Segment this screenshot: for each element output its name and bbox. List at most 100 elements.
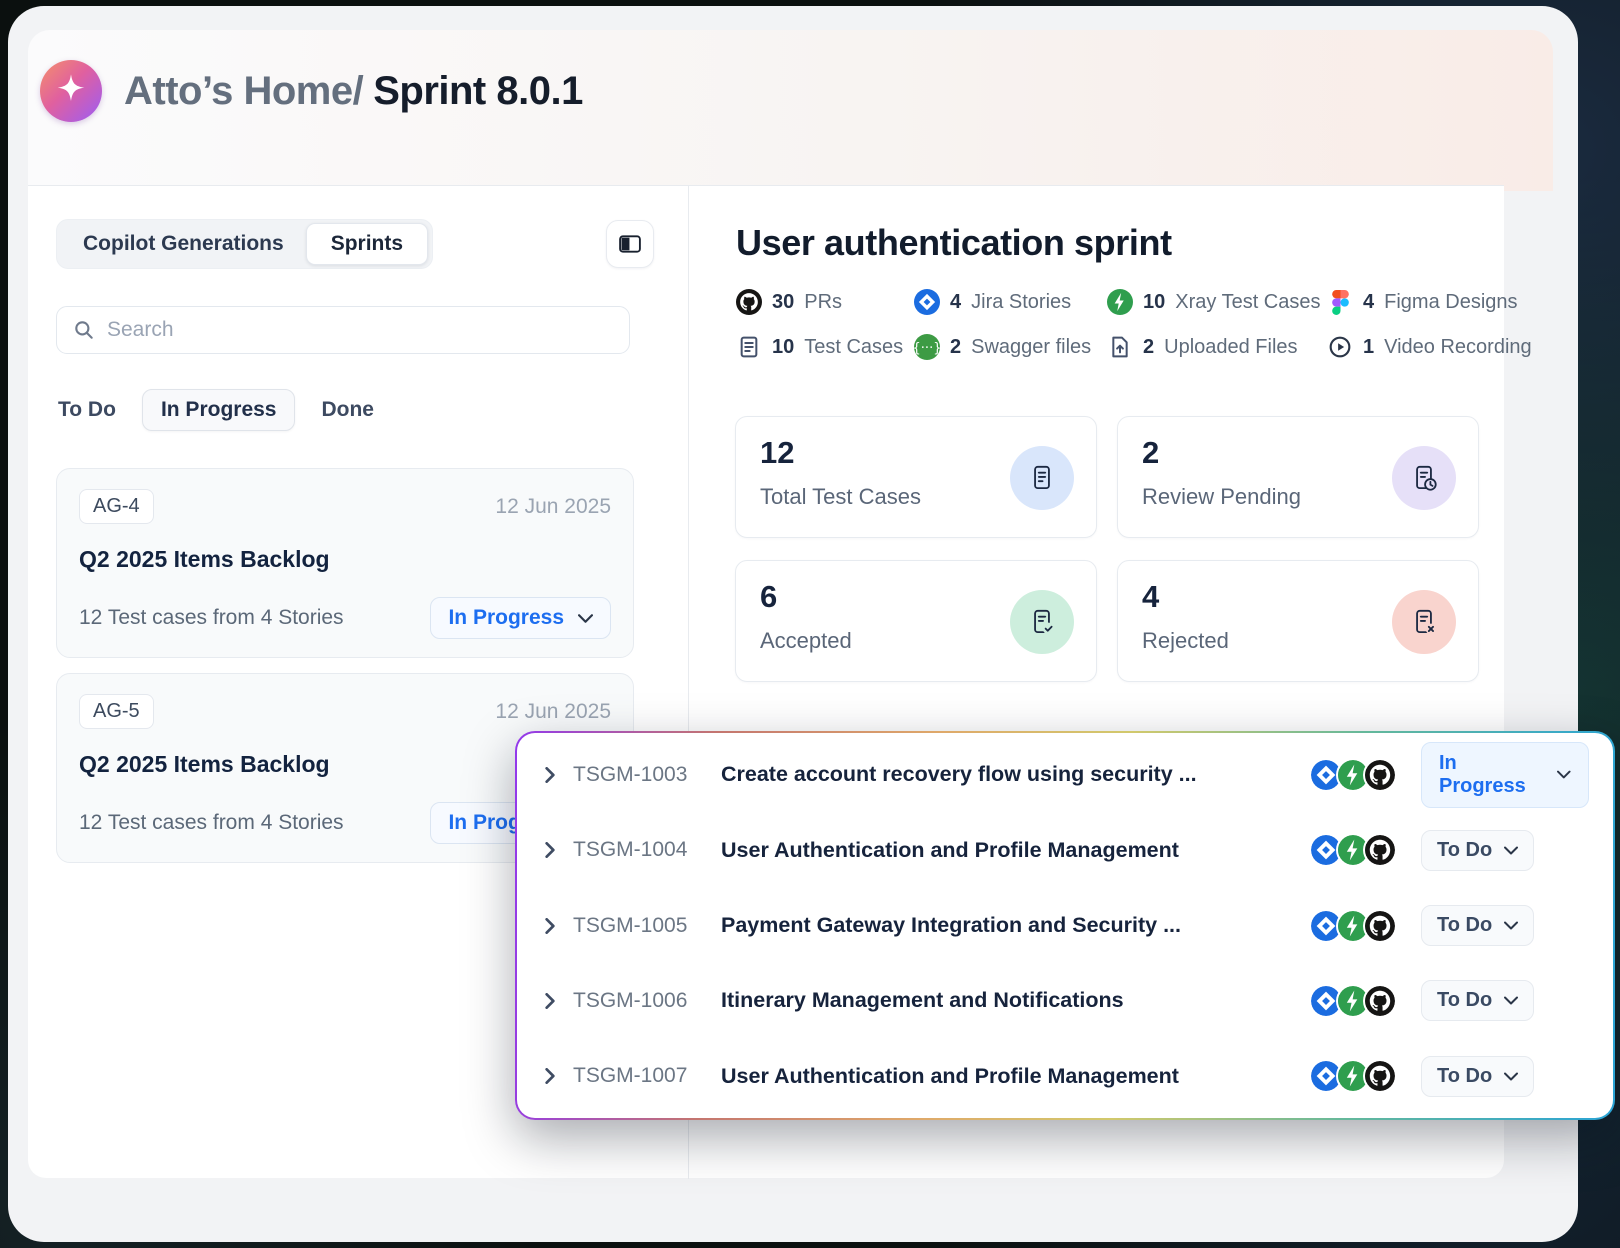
status-dropdown[interactable]: To Do — [1421, 830, 1534, 871]
swagger-icon: {···} — [914, 334, 940, 360]
filter-in-progress[interactable]: In Progress — [142, 389, 296, 431]
figma-icon — [1327, 289, 1353, 315]
integration-icons — [1311, 911, 1395, 941]
jira-icon — [1311, 835, 1341, 865]
app-logo-icon — [40, 60, 102, 122]
chevron-down-icon — [1504, 846, 1518, 855]
xray-icon — [1338, 835, 1368, 865]
stat-jira-stories: 4 Jira Stories — [914, 289, 1107, 315]
status-value: To Do — [1437, 839, 1492, 862]
status-dropdown[interactable]: To Do — [1421, 980, 1534, 1021]
expand-chevron-icon[interactable] — [537, 842, 563, 858]
stat-count: 10 — [772, 336, 794, 359]
test-case-row[interactable]: TSGM-1007 User Authentication and Profil… — [517, 1039, 1613, 1114]
breadcrumb-sprint: Sprint 8.0.1 — [373, 69, 583, 113]
github-icon — [1365, 760, 1395, 790]
xray-icon — [1107, 289, 1133, 315]
stat-label: Uploaded Files — [1164, 336, 1297, 359]
search-input[interactable] — [107, 318, 613, 342]
stat-label: Test Cases — [804, 336, 903, 359]
stat-count: 30 — [772, 291, 794, 314]
sprint-card-id-badge: AG-4 — [79, 489, 154, 524]
tab-sprints[interactable]: Sprints — [306, 223, 428, 265]
expand-chevron-icon[interactable] — [537, 918, 563, 934]
breadcrumb-home[interactable]: Atto’s Home/ — [124, 69, 363, 113]
test-case-row[interactable]: TSGM-1005 Payment Gateway Integration an… — [517, 888, 1613, 963]
chevron-down-icon — [1504, 996, 1518, 1005]
status-dropdown[interactable]: To Do — [1421, 1056, 1534, 1097]
test-case-row[interactable]: TSGM-1004 User Authentication and Profil… — [517, 812, 1613, 887]
test-case-id: TSGM-1005 — [573, 914, 721, 938]
stat-count: 4 — [1363, 291, 1374, 314]
upload-icon — [1107, 334, 1133, 360]
status-value: In Progress — [448, 606, 564, 630]
test-case-row[interactable]: TSGM-1006 Itinerary Management and Notif… — [517, 963, 1613, 1038]
sprint-card-title: Q2 2025 Items Backlog — [79, 546, 611, 573]
card-review-pending: 2 Review Pending — [1117, 416, 1479, 538]
stat-count: 2 — [950, 336, 961, 359]
chevron-down-icon — [1504, 1072, 1518, 1081]
stat-label: Video Recording — [1384, 336, 1532, 359]
stat-count: 4 — [950, 291, 961, 314]
integration-icons — [1311, 1061, 1395, 1091]
xray-icon — [1338, 760, 1368, 790]
github-icon — [736, 289, 762, 315]
stat-figma-designs: 4 Figma Designs — [1327, 289, 1532, 315]
sprint-card[interactable]: AG-4 12 Jun 2025 Q2 2025 Items Backlog 1… — [56, 468, 634, 658]
github-icon — [1365, 986, 1395, 1016]
filter-done[interactable]: Done — [321, 398, 374, 422]
stat-prs: 30 PRs — [736, 289, 914, 315]
stat-count: 2 — [1143, 336, 1154, 359]
card-total-test-cases: 12 Total Test Cases — [735, 416, 1097, 538]
stat-label: Swagger files — [971, 336, 1091, 359]
test-case-id: TSGM-1003 — [573, 763, 721, 787]
test-case-id: TSGM-1004 — [573, 838, 721, 862]
split-panel-icon — [619, 235, 641, 253]
github-icon — [1365, 1061, 1395, 1091]
test-case-row[interactable]: TSGM-1003 Create account recovery flow u… — [517, 737, 1613, 812]
test-case-id: TSGM-1006 — [573, 989, 721, 1013]
search-icon — [73, 319, 95, 341]
stat-count: 1 — [1363, 336, 1374, 359]
jira-icon — [1311, 1061, 1341, 1091]
sprint-card-subtitle: 12 Test cases from 4 Stories — [79, 606, 344, 630]
status-dropdown[interactable]: In Progress — [1421, 742, 1589, 808]
status-dropdown[interactable]: To Do — [1421, 905, 1534, 946]
tab-copilot-generations[interactable]: Copilot Generations — [61, 232, 306, 256]
stat-label: Xray Test Cases — [1175, 291, 1320, 314]
sprint-stats: 30 PRs 4 Jira Stories 10 Xray Test Cases — [736, 289, 1532, 360]
expand-chevron-icon[interactable] — [537, 1068, 563, 1084]
page-title: Atto’s Home/Sprint 8.0.1 — [124, 69, 583, 114]
filter-todo[interactable]: To Do — [58, 398, 116, 422]
test-doc-icon — [736, 334, 762, 360]
svg-text:{···}: {···} — [914, 341, 940, 356]
stat-swagger-files: {···} 2 Swagger files — [914, 334, 1107, 360]
integration-icons — [1311, 760, 1395, 790]
integration-icons — [1311, 986, 1395, 1016]
view-switcher: Copilot Generations Sprints — [56, 219, 433, 269]
document-check-icon — [1010, 590, 1074, 654]
jira-icon — [1311, 986, 1341, 1016]
jira-icon — [1311, 911, 1341, 941]
test-case-title: User Authentication and Profile Manageme… — [721, 838, 1311, 863]
sprint-card-status-dropdown[interactable]: In Progress — [430, 597, 611, 639]
collapse-panel-button[interactable] — [606, 220, 654, 268]
chevron-down-icon — [1504, 921, 1518, 930]
jira-icon — [1311, 760, 1341, 790]
stat-label: Jira Stories — [971, 291, 1071, 314]
chevron-down-icon — [578, 614, 593, 623]
document-clock-icon — [1392, 446, 1456, 510]
document-x-icon — [1392, 590, 1456, 654]
test-case-title: Create account recovery flow using secur… — [721, 762, 1311, 787]
expand-chevron-icon[interactable] — [537, 993, 563, 1009]
xray-icon — [1338, 1061, 1368, 1091]
sprint-card-date: 12 Jun 2025 — [495, 495, 611, 519]
status-value: To Do — [1437, 989, 1492, 1012]
document-icon — [1010, 446, 1074, 510]
xray-icon — [1338, 986, 1368, 1016]
status-value: In Progress — [1439, 752, 1545, 798]
summary-cards: 12 Total Test Cases 2 Review Pending 6 A… — [735, 416, 1479, 682]
expand-chevron-icon[interactable] — [537, 767, 563, 783]
search-field[interactable] — [56, 306, 630, 354]
stat-video-recording: 1 Video Recording — [1327, 334, 1532, 360]
